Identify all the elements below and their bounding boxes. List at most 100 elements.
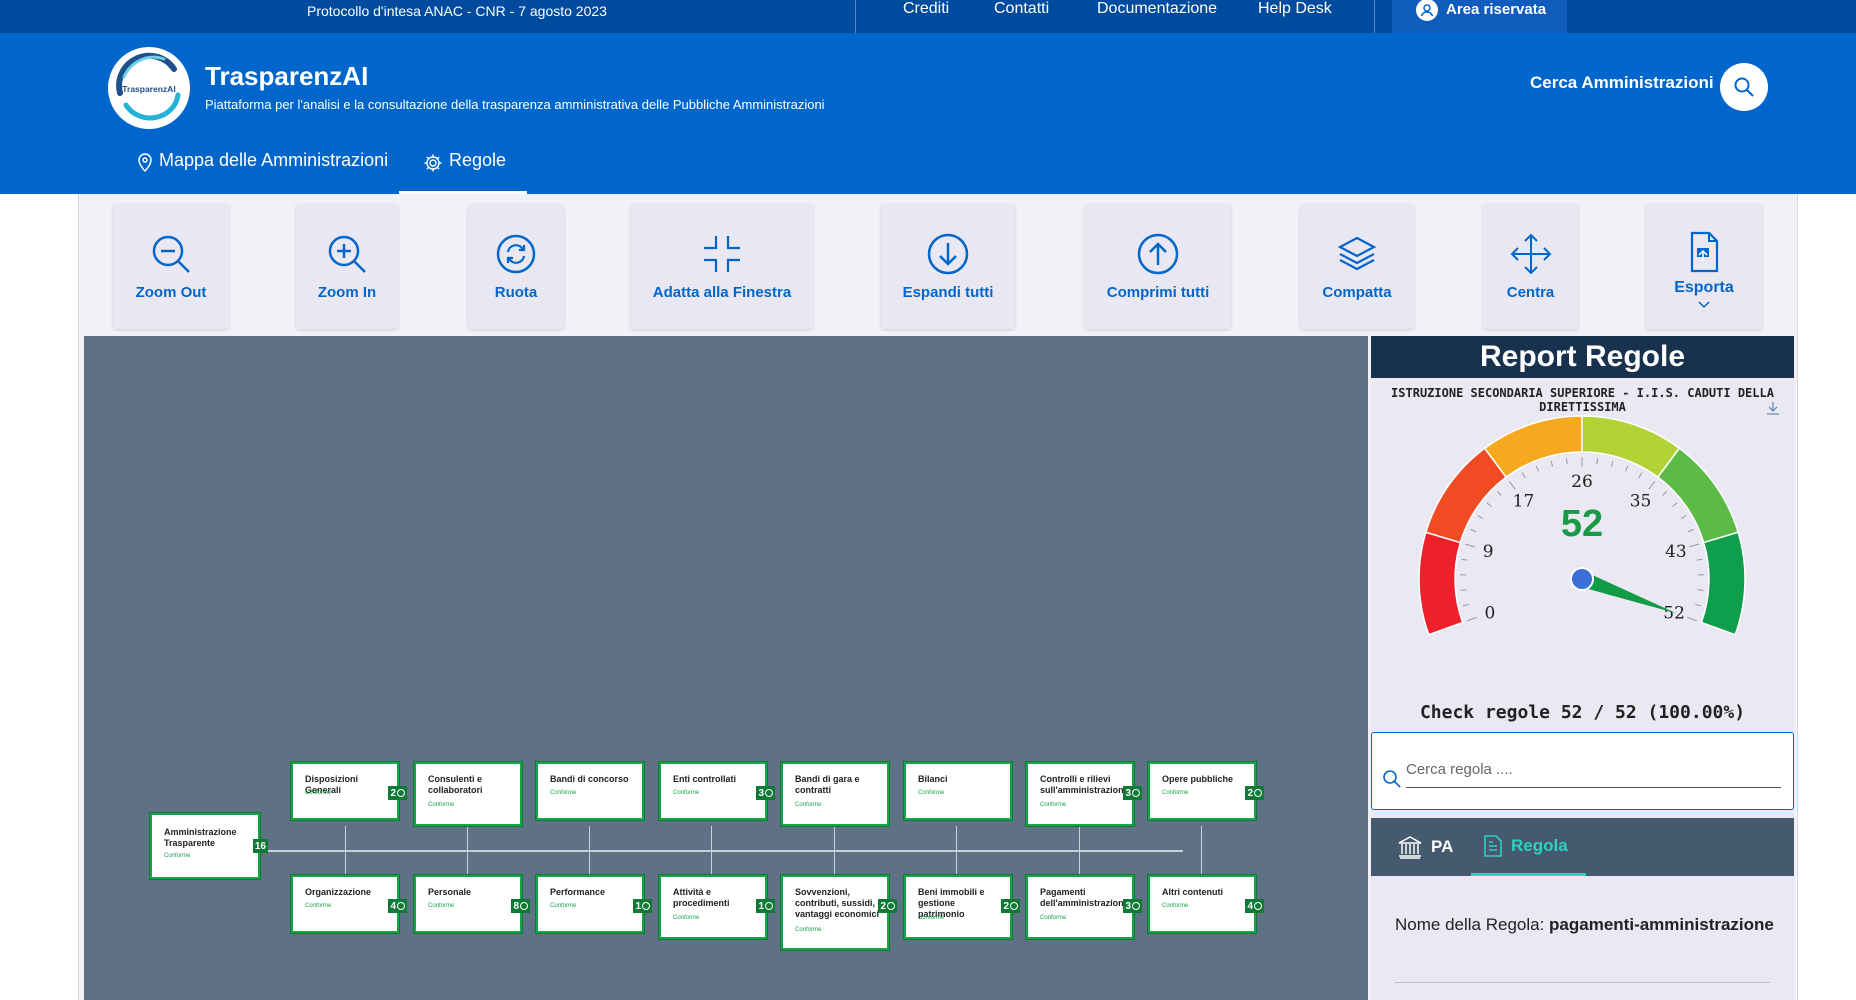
node-status: Conforme xyxy=(164,853,191,859)
tree-node[interactable]: Personale Conforme 8 xyxy=(414,875,530,933)
gauge-tick xyxy=(1689,543,1700,548)
node-count: 8 xyxy=(513,900,519,912)
tab-pa[interactable]: PA xyxy=(1397,818,1453,876)
nav-mappa-amministrazioni[interactable]: Mappa delle Amministrazioni xyxy=(137,150,388,194)
tree-node[interactable]: Bandi di concorso Conforme xyxy=(536,762,644,820)
node-count-badge[interactable]: 3 xyxy=(1123,899,1142,913)
expand-all-icon xyxy=(927,233,969,275)
node-count-badge[interactable]: 4 xyxy=(1245,899,1264,913)
tree-node[interactable]: Beni immobili e gestione patrimonio Conf… xyxy=(904,875,1020,939)
expand-circle-icon xyxy=(765,789,773,797)
gauge-tick xyxy=(1461,558,1468,561)
node-count-badge[interactable]: 2 xyxy=(1001,899,1020,913)
node-count: 1 xyxy=(635,900,641,912)
gauge-segment xyxy=(1418,531,1464,636)
node-status: Conforme xyxy=(1040,915,1067,921)
toolbar-label: Comprimi tutti xyxy=(1106,284,1210,301)
rule-name-label: Nome della Regola: xyxy=(1395,915,1545,934)
gauge-tick-label: 26 xyxy=(1571,472,1593,492)
node-count: 2 xyxy=(390,787,396,799)
tab-regola[interactable]: Regola xyxy=(1471,818,1586,876)
search-button[interactable] xyxy=(1720,63,1768,111)
link-contatti[interactable]: Contatti xyxy=(994,0,1049,18)
tree-node[interactable]: Attività e procedimenti Conforme 1 xyxy=(659,875,775,939)
tree-node[interactable]: Opere pubbliche Conforme 2 xyxy=(1148,762,1264,820)
node-count-badge[interactable]: 1 xyxy=(756,899,775,913)
header: TrasparenzAI TrasparenzAI Piattaforma pe… xyxy=(0,33,1856,194)
fit-window-icon xyxy=(704,236,740,272)
tree-node[interactable]: Bandi di gara e contratti Conforme xyxy=(781,762,889,826)
node-title: Organizzazione xyxy=(305,887,372,897)
compatta-button[interactable]: Compatta xyxy=(1300,204,1414,329)
tree-node[interactable]: Performance Conforme 1 xyxy=(536,875,652,933)
tree-node-root[interactable]: Amministrazione Trasparente Conforme 16 xyxy=(150,813,268,879)
gauge-tick-label: 35 xyxy=(1630,491,1652,511)
gear-icon xyxy=(424,154,442,172)
zoom-out-button[interactable]: Zoom Out xyxy=(113,204,229,329)
score-gauge: 0 9 17 26 35 43 52 52 xyxy=(1418,415,1746,636)
node-count: 3 xyxy=(758,787,764,799)
node-count-badge[interactable]: 3 xyxy=(1123,786,1142,800)
node-status: Conforme xyxy=(918,790,945,796)
area-riservata-label: Area riservata xyxy=(1446,1,1547,18)
cerca-regola-field[interactable]: Cerca regola .... xyxy=(1371,732,1794,810)
expand-circle-icon xyxy=(1254,789,1262,797)
logo-text: TrasparenzAI xyxy=(122,84,175,94)
gauge-tick xyxy=(1535,465,1540,472)
map-pin-icon xyxy=(138,153,152,173)
link-help-desk[interactable]: Help Desk xyxy=(1258,0,1332,18)
tree-node[interactable]: Organizzazione Conforme 4 xyxy=(291,875,407,933)
check-regole-text: Check regole 52 / 52 (100.00%) xyxy=(1419,702,1746,723)
expand-circle-icon xyxy=(1132,789,1140,797)
node-count-badge[interactable]: 2 xyxy=(1245,786,1264,800)
tab-label: Regola xyxy=(1511,835,1568,855)
tree-canvas[interactable]: Amministrazione Trasparente Conforme 16 … xyxy=(84,336,1368,1000)
logo[interactable]: TrasparenzAI xyxy=(108,47,190,129)
cerca-amministrazioni-label[interactable]: Cerca Amministrazioni xyxy=(1530,73,1714,93)
zoom-in-button[interactable]: Zoom In xyxy=(296,204,398,329)
connector-line xyxy=(1201,826,1202,874)
espandi-tutti-button[interactable]: Espandi tutti xyxy=(881,204,1015,329)
tree-node[interactable]: Consulenti e collaboratori Conforme xyxy=(414,762,522,826)
gauge-tick xyxy=(1477,515,1484,520)
tree-node[interactable]: Altri contenuti Conforme 4 xyxy=(1148,875,1264,933)
ruota-button[interactable]: Ruota xyxy=(468,204,564,329)
comprimi-tutti-button[interactable]: Comprimi tutti xyxy=(1085,204,1231,329)
area-riservata-button[interactable]: Area riservata xyxy=(1392,0,1567,33)
toolbar-label: Zoom Out xyxy=(135,284,207,301)
node-count-badge[interactable]: 2 xyxy=(388,786,407,800)
node-count: 2 xyxy=(880,900,886,912)
tree-node[interactable]: Pagamenti dell'amministrazione Conforme … xyxy=(1026,875,1142,939)
tree-node[interactable]: Enti controllati Conforme 3 xyxy=(659,762,775,820)
node-title: Bandi di gara e contratti xyxy=(795,774,860,795)
expand-circle-icon xyxy=(397,789,405,797)
esporta-button[interactable]: Esporta xyxy=(1646,204,1762,329)
tree-node[interactable]: Bilanci Conforme xyxy=(904,762,1012,820)
adatta-finestra-button[interactable]: Adatta alla Finestra xyxy=(631,204,813,329)
toolbar-label: Zoom In xyxy=(317,284,377,301)
connector-line xyxy=(1079,826,1080,874)
node-status: Conforme xyxy=(1040,802,1067,808)
protocol-link[interactable]: Protocollo d'intesa ANAC - CNR - 7 agost… xyxy=(307,0,607,22)
link-documentazione[interactable]: Documentazione xyxy=(1097,0,1217,18)
gauge-tick xyxy=(1696,558,1703,561)
node-title: Enti controllati xyxy=(673,774,736,784)
tree-node[interactable]: Controlli e rilievi sull'amministrazione… xyxy=(1026,762,1142,826)
node-count-badge[interactable]: 3 xyxy=(756,786,775,800)
node-count-badge[interactable]: 2 xyxy=(878,899,897,913)
node-count-badge[interactable]: 1 xyxy=(633,899,652,913)
centra-button[interactable]: Centra xyxy=(1483,204,1578,329)
node-count-badge[interactable]: 16 xyxy=(252,839,268,853)
tree-node[interactable]: Sovvenzioni, contributi, sussidi, vantag… xyxy=(781,875,897,950)
gauge-tick xyxy=(1508,480,1516,490)
link-crediti[interactable]: Crediti xyxy=(903,0,949,18)
nav-regole[interactable]: Regole xyxy=(399,150,527,194)
nav-label: Mappa delle Amministrazioni xyxy=(159,150,389,170)
tree-node[interactable]: Disposizioni Generali Conforme 2 xyxy=(291,762,407,820)
node-count-badge[interactable]: 4 xyxy=(388,899,407,913)
node-count: 2 xyxy=(1003,900,1009,912)
node-count-badge[interactable]: 8 xyxy=(511,899,530,913)
rule-name: Nome della Regola: pagamenti-amministraz… xyxy=(1395,911,1775,939)
brand-title[interactable]: TrasparenzAI xyxy=(205,61,368,92)
gauge-tick xyxy=(1550,460,1554,467)
